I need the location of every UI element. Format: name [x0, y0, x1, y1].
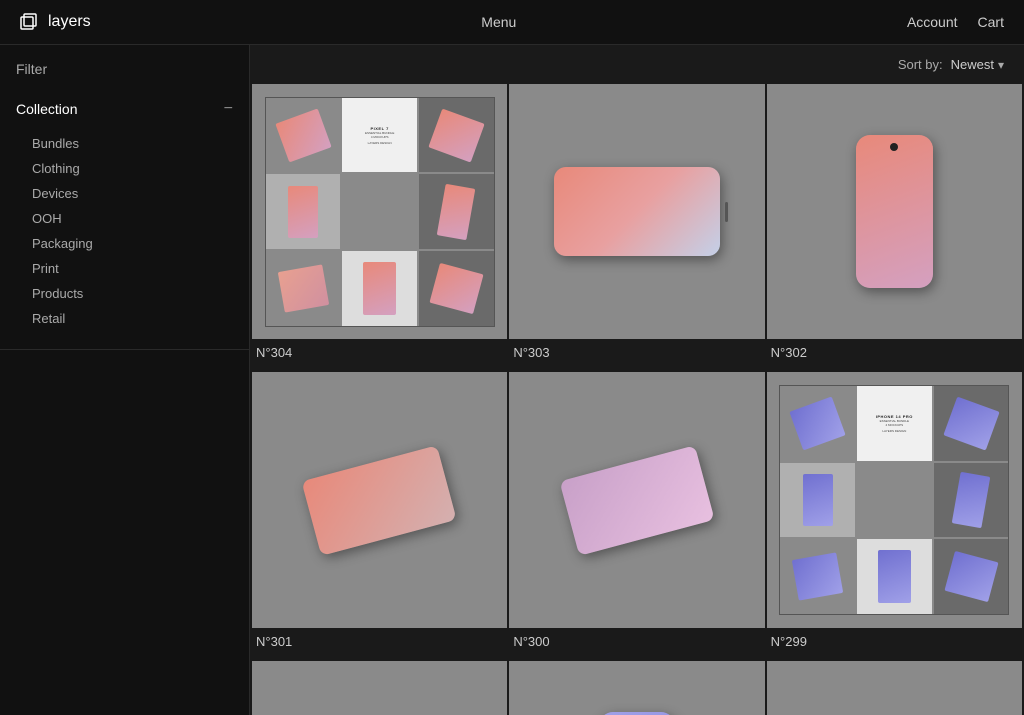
logo-text: layers	[48, 13, 91, 31]
product-grid: PIXEL 7 ESSENTIAL BUNDLE 4 MOCKUPS LAYER…	[250, 84, 1024, 715]
item-label-304: N°304	[252, 339, 507, 370]
grid-item-300[interactable]: N°300	[509, 372, 764, 658]
main-content: Sort by: Newest ▾ PIXEL 7 ESSENTIAL BUND…	[250, 45, 1024, 715]
logo-icon	[20, 12, 40, 32]
collection-label: Collection	[16, 101, 77, 117]
item-label-299: N°299	[767, 628, 1022, 659]
sidebar-item-ooh[interactable]: OOH	[16, 206, 233, 231]
collapse-icon: −	[224, 101, 233, 117]
chevron-down-icon: ▾	[998, 58, 1004, 72]
sidebar-item-print[interactable]: Print	[16, 256, 233, 281]
menu-link[interactable]: Menu	[481, 14, 516, 30]
sidebar-nav: Bundles Clothing Devices OOH Packaging P…	[16, 123, 233, 339]
grid-item-298[interactable]: N°298	[252, 661, 507, 715]
logo[interactable]: layers	[20, 12, 91, 32]
item-label-303: N°303	[509, 339, 764, 370]
sidebar-item-retail[interactable]: Retail	[16, 306, 233, 331]
sidebar-item-clothing[interactable]: Clothing	[16, 156, 233, 181]
cart-link[interactable]: Cart	[978, 14, 1004, 30]
sort-value: Newest	[951, 57, 994, 72]
item-label-301: N°301	[252, 628, 507, 659]
sidebar-item-bundles[interactable]: Bundles	[16, 131, 233, 156]
header-right: Account Cart	[907, 14, 1004, 30]
sidebar-item-packaging[interactable]: Packaging	[16, 231, 233, 256]
item-label-302: N°302	[767, 339, 1022, 370]
sidebar: Filter Collection − Bundles Clothing Dev…	[0, 45, 250, 715]
sort-dropdown[interactable]: Newest ▾	[951, 57, 1004, 72]
sidebar-item-products[interactable]: Products	[16, 281, 233, 306]
collection-header[interactable]: Collection −	[16, 95, 233, 123]
toolbar: Sort by: Newest ▾	[250, 45, 1024, 84]
sidebar-item-devices[interactable]: Devices	[16, 181, 233, 206]
grid-item-299[interactable]: IPHONE 14 PRO ESSENTIAL BUNDLE 4 MOCKUPS…	[767, 372, 1022, 658]
filter-label: Filter	[0, 45, 249, 85]
grid-item-297[interactable]: N°297	[509, 661, 764, 715]
grid-item-304[interactable]: PIXEL 7 ESSENTIAL BUNDLE 4 MOCKUPS LAYER…	[252, 84, 507, 370]
grid-item-302[interactable]: N°302	[767, 84, 1022, 370]
grid-item-301[interactable]: N°301	[252, 372, 507, 658]
collection-section: Collection − Bundles Clothing Devices OO…	[0, 85, 249, 350]
grid-item-296[interactable]: N°296	[767, 661, 1022, 715]
sort-label: Sort by:	[898, 57, 943, 72]
layout: Filter Collection − Bundles Clothing Dev…	[0, 45, 1024, 715]
account-link[interactable]: Account	[907, 14, 958, 30]
header: layers Menu Account Cart	[0, 0, 1024, 45]
grid-item-303[interactable]: N°303	[509, 84, 764, 370]
item-label-300: N°300	[509, 628, 764, 659]
